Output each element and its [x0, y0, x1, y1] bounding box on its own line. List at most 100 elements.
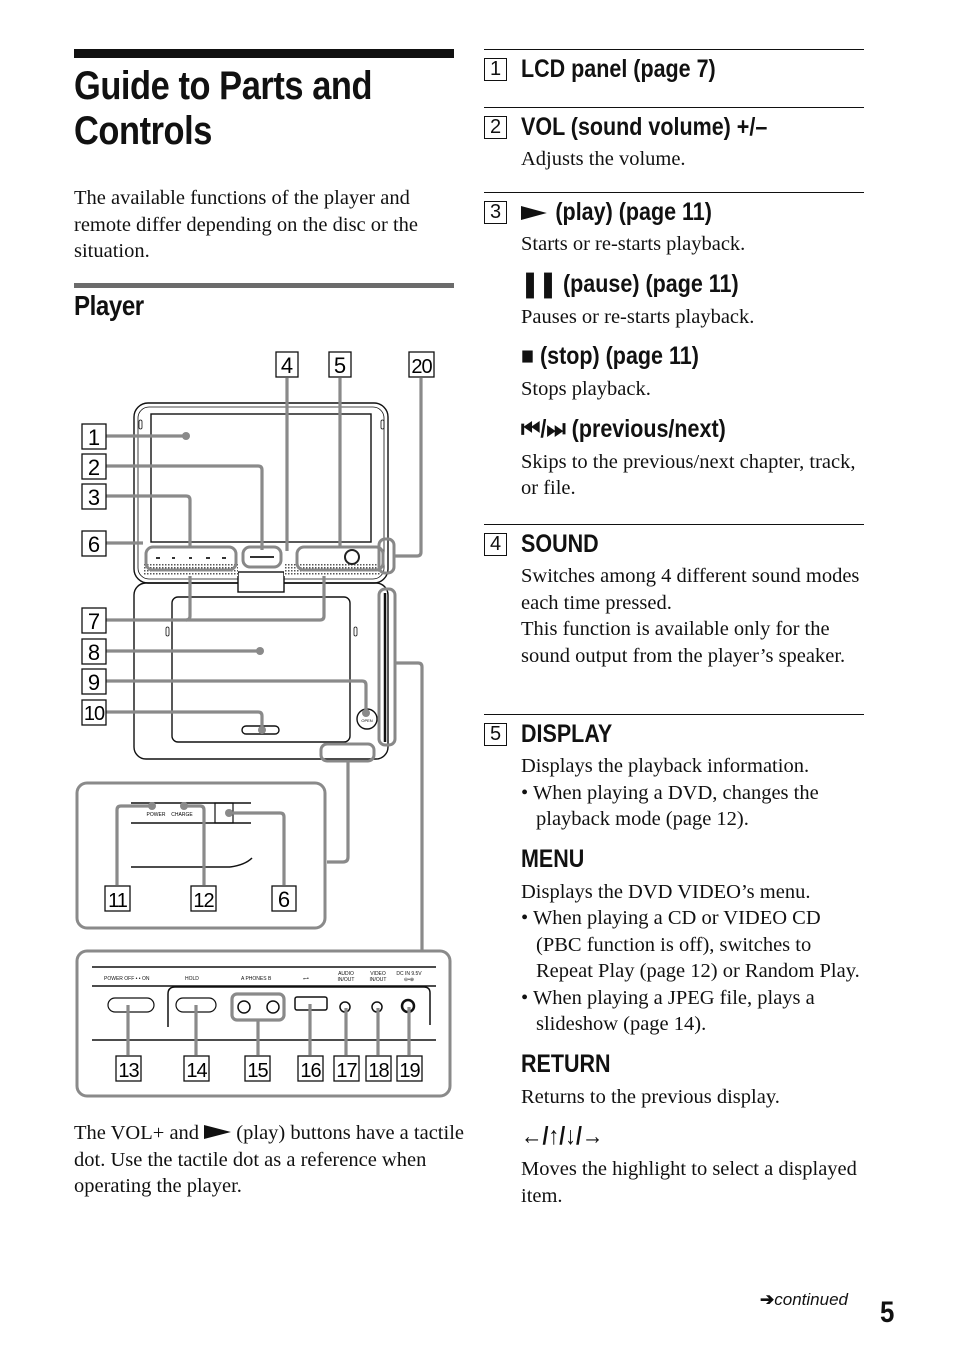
item-number: 1: [484, 57, 507, 81]
bullet-item: • When playing a CD or VIDEO CD (PBC fun…: [521, 907, 860, 982]
pause-button: [172, 557, 175, 559]
item-title: SOUND: [521, 529, 599, 558]
power-led-label: POWER: [147, 812, 166, 818]
item-desc: Displays the playback information.: [521, 755, 810, 777]
volume-rocker: [250, 556, 274, 558]
bullet-item: • When playing a JPEG file, plays a slid…: [521, 986, 815, 1036]
usb-icon: ⭠•: [303, 976, 309, 982]
player-diagram: 4 5 20 1 2 3 6 7 8 9 10 OPEN POWER CHARG…: [75, 351, 452, 1098]
item-5-display: 5 DISPLAY Displays the playback informat…: [484, 714, 864, 1209]
hinge-latch: [237, 571, 285, 593]
item-desc: Starts or re-starts playback.: [521, 233, 746, 255]
item-desc: Switches among 4 different sound modes e…: [521, 565, 860, 614]
item-4-sound: 4 SOUND Switches among 4 different sound…: [484, 524, 864, 669]
stop-desc: Stops playback.: [521, 378, 651, 400]
callout-15: 15: [247, 1060, 268, 1082]
prev-next-icon: ⏮/⏭: [521, 414, 566, 443]
menu-desc: Displays the DVD VIDEO’s menu.: [521, 880, 811, 903]
return-heading: RETURN: [521, 1049, 611, 1078]
item-title: (play) (page 11): [521, 198, 712, 227]
note-text-start: The VOL+ and: [74, 1122, 200, 1144]
power-switch-label: POWER OFF • • ON: [104, 976, 150, 982]
open-label: OPEN: [361, 718, 372, 723]
pause-title: (pause) (page 11): [563, 269, 739, 298]
callout-14: 14: [186, 1060, 207, 1082]
play-icon: [521, 205, 547, 220]
item-desc: Adjusts the volume.: [521, 148, 686, 170]
item-number: 2: [484, 115, 507, 139]
item-title: DISPLAY: [521, 719, 613, 748]
play-icon: [204, 1125, 232, 1139]
callout-4: 4: [281, 353, 293, 378]
inset-front-indicators: POWER CHARGE 11 12 6: [75, 781, 327, 930]
inset-side-panel: POWER OFF • • ON HOLD A PHONES B ⭠• AUDI…: [75, 949, 452, 1098]
callout-11: 11: [108, 890, 128, 912]
item-title: LCD panel (page 7): [521, 54, 716, 83]
prev-next-title: (previous/next): [571, 414, 726, 443]
callout-1: 1: [88, 425, 100, 450]
callout-7: 7: [88, 609, 100, 634]
arrow-keys-heading: ←/↑/↓/→: [521, 1122, 604, 1150]
bullet-text: When playing a DVD, changes the playback…: [532, 781, 819, 831]
callout-10: 10: [84, 703, 105, 725]
tactile-dot-note: The VOL+ and (play) buttons have a tacti…: [74, 1120, 464, 1200]
charge-led-label: CHARGE: [171, 812, 193, 818]
callout-2: 2: [88, 455, 100, 480]
continued-note: ➔continued: [760, 1290, 848, 1310]
prev-button: [156, 557, 160, 559]
stop-title: (stop) (page 11): [539, 342, 699, 370]
callouts-bottom: 13 14 15 16 17 18 19: [115, 1055, 423, 1082]
menu-heading: MENU: [521, 844, 585, 873]
callout-6-inset: 6: [278, 887, 290, 912]
item-number: 3: [484, 200, 507, 224]
lid-slot: [138, 419, 143, 430]
callouts-top: 4 5 20: [275, 351, 435, 378]
callout-19: 19: [399, 1060, 420, 1082]
arrow-right-icon: ➔: [760, 1290, 775, 1309]
video-label-line2: IN/OUT: [370, 977, 387, 983]
bullet-item: • When playing a DVD, changes the playba…: [521, 781, 819, 831]
item-desc-2: This function is available only for the …: [521, 618, 846, 667]
dc-polarity-label: ⊖•⊕: [404, 977, 414, 983]
stop-button: [189, 557, 192, 559]
item-2-volume: 2 VOL (sound volume) +/– Adjusts the vol…: [484, 107, 864, 173]
rewind-button: [206, 557, 210, 559]
pause-desc: Pauses or re-starts playback.: [521, 305, 755, 328]
callout-12: 12: [193, 890, 214, 912]
stop-icon: ■: [521, 342, 534, 370]
callout-3: 3: [88, 485, 100, 510]
continued-text: continued: [774, 1290, 848, 1309]
callout-5: 5: [334, 353, 346, 378]
audio-label-line2: IN/OUT: [338, 977, 355, 983]
arrow-keys-desc: Moves the highlight to select a displaye…: [521, 1158, 857, 1207]
callouts-left: 1 2 3 6 7 8 9 10: [81, 423, 107, 726]
page-number: 5: [880, 1296, 895, 1329]
callout-16: 16: [300, 1060, 321, 1082]
prev-next-heading: ⏮/⏭ (previous/next): [521, 413, 816, 445]
callout-18: 18: [368, 1060, 389, 1082]
stop-heading: ■ (stop) (page 11): [521, 340, 816, 372]
cursor-pad: [344, 549, 360, 565]
callout-13: 13: [118, 1060, 139, 1082]
callout-8: 8: [88, 640, 100, 665]
pause-heading: ❚❚ (pause) (page 11): [521, 268, 816, 300]
return-desc: Returns to the previous display.: [521, 1085, 780, 1108]
bullet-text: When playing a CD or VIDEO CD (PBC funct…: [532, 907, 860, 982]
next-button: [222, 557, 226, 559]
pause-icon: ❚❚: [521, 269, 558, 298]
item-number: 4: [484, 532, 507, 556]
callout-6: 6: [88, 532, 100, 557]
play-title: (play) (page 11): [555, 197, 712, 226]
bullet-text: When playing a JPEG file, plays a slides…: [532, 986, 815, 1036]
phones-label: A PHONES B: [241, 976, 272, 982]
item-number: 5: [484, 722, 507, 746]
callout-20: 20: [411, 356, 432, 378]
lid-slot: [165, 626, 170, 637]
item-1-lcd-panel: 1 LCD panel (page 7): [484, 49, 864, 88]
item-3-playback: 3 (play) (page 11) Starts or re-starts p…: [484, 192, 864, 502]
item-title: VOL (sound volume) +/–: [521, 112, 768, 141]
side-panel-group: [377, 587, 397, 747]
lid-slot: [380, 419, 385, 430]
callout-9: 9: [88, 670, 100, 695]
lid-slot: [353, 626, 358, 637]
